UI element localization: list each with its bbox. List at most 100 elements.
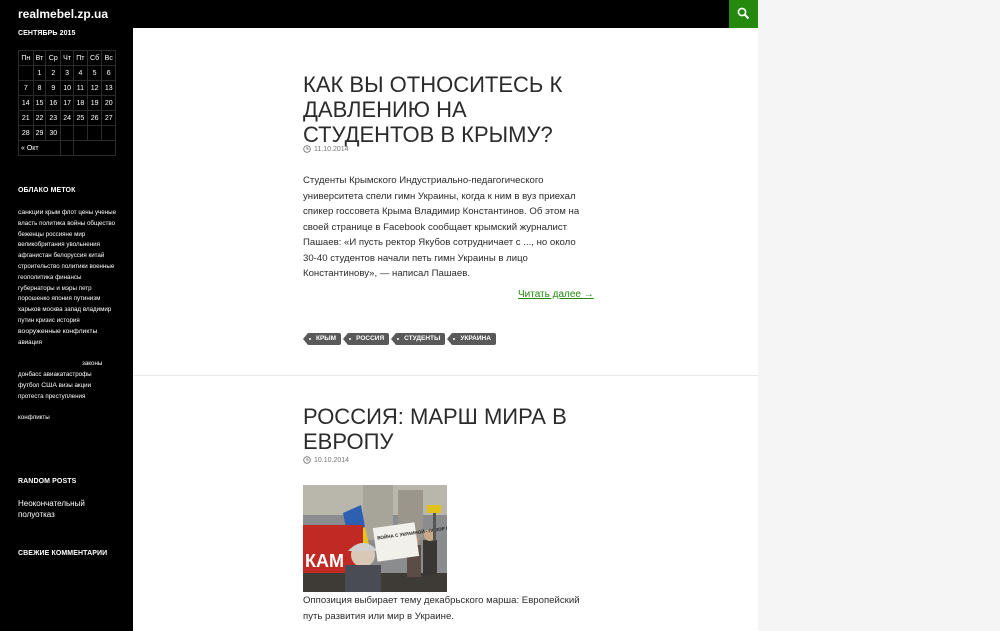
- tag-link[interactable]: конфликты: [18, 414, 50, 421]
- tag-link[interactable]: россияне: [46, 231, 73, 238]
- tag-link[interactable]: акции: [74, 382, 91, 389]
- tag-link[interactable]: япония: [52, 295, 72, 302]
- calendar-day: 10: [60, 80, 75, 96]
- post-photo[interactable]: ВОЙНА С УКРАИНОЙ - ПОЗОР РОССИИ КАМ: [303, 485, 447, 592]
- tag-link[interactable]: ученые: [95, 209, 116, 216]
- tag-link[interactable]: преступления: [45, 393, 85, 400]
- tag-link[interactable]: белоруссия: [53, 252, 86, 259]
- tag-link[interactable]: власть: [18, 220, 37, 227]
- tag-link[interactable]: история: [57, 317, 80, 324]
- calendar-day: 2: [45, 65, 62, 81]
- calendar-weekday: Сб: [86, 50, 103, 66]
- tag-link[interactable]: политика: [39, 220, 65, 227]
- tag-link[interactable]: петр: [79, 285, 92, 292]
- calendar-day: 16: [45, 95, 62, 111]
- tag-pill[interactable]: СТУДЕНТЫ: [391, 333, 446, 345]
- tag-link[interactable]: вооруженные: [18, 328, 61, 335]
- calendar-weekday: Чт: [60, 50, 75, 66]
- calendar-next-month-cell: [73, 140, 116, 156]
- calendar-day: 3: [60, 65, 75, 81]
- tag-link[interactable]: и: [56, 285, 59, 292]
- calendar-prev-month-link[interactable]: « Окт: [17, 140, 62, 156]
- tag-link[interactable]: донбасс: [18, 371, 42, 378]
- tag-link[interactable]: визы: [59, 382, 73, 389]
- tag-link[interactable]: кризис: [36, 317, 55, 324]
- calendar-weekday: Пн: [18, 50, 34, 66]
- tag-link[interactable]: геополитика: [18, 274, 53, 281]
- post-tags: КРЫМ РОССИЯ СТУДЕНТЫ УКРАИНА: [302, 333, 496, 345]
- calendar-day: 14: [18, 95, 34, 111]
- tag-link[interactable]: путин: [18, 317, 34, 324]
- tag-link[interactable]: политики: [61, 263, 87, 270]
- tag-link[interactable]: США: [41, 382, 57, 389]
- tag-link[interactable]: афганистан: [18, 252, 52, 259]
- calendar-day: 21: [18, 110, 34, 126]
- tag-link[interactable]: путинизм: [74, 295, 101, 302]
- tag-link[interactable]: флот: [62, 209, 77, 216]
- right-background: [758, 0, 1000, 631]
- tag-link[interactable]: финансы: [55, 274, 81, 281]
- post-excerpt: Студенты Крымского Индустриально-педагог…: [303, 175, 580, 279]
- tag-link[interactable]: конфликты: [63, 328, 98, 335]
- post-title-link[interactable]: КАК ВЫ ОТНОСИТЕСЬ К ДАВЛЕНИЮ НА СТУДЕНТО…: [303, 72, 603, 147]
- tag-link[interactable]: беженцы: [18, 231, 44, 238]
- tag-link[interactable]: харьков: [18, 306, 41, 313]
- calendar-weekday: Вт: [32, 50, 47, 66]
- tag-link[interactable]: цены: [78, 209, 93, 216]
- tag-link[interactable]: мэры: [62, 285, 77, 292]
- protest-photo: ВОЙНА С УКРАИНОЙ - ПОЗОР РОССИИ КАМ: [303, 485, 447, 592]
- tag-link[interactable]: владимир: [83, 306, 111, 313]
- calendar-day: 7: [18, 80, 34, 96]
- tag-link[interactable]: порошенко: [18, 295, 50, 302]
- tag-link[interactable]: войны: [67, 220, 85, 227]
- tag-link[interactable]: губернаторы: [18, 285, 55, 292]
- sidebar: СЕНТЯБРЬ 2015 Пн Вт Ср Чт Пт Сб Вс 1 2 3 4 5 6 7 8 9 10…: [0, 28, 133, 631]
- calendar-day: 11: [73, 80, 88, 96]
- tag-pill[interactable]: КРЫМ: [302, 333, 342, 345]
- post-divider: [133, 375, 758, 376]
- tag-link[interactable]: авиация: [18, 339, 42, 346]
- post-date-link[interactable]: 10.10.2014: [314, 457, 349, 464]
- tag-link[interactable]: москва: [42, 306, 62, 313]
- random-post-link[interactable]: Неокончательный полуотказ: [18, 498, 118, 520]
- calendar-day: 6: [101, 65, 116, 81]
- tag-link[interactable]: законы: [82, 360, 102, 367]
- tag-pill[interactable]: УКРАИНА: [447, 333, 496, 345]
- calendar-day: 24: [60, 110, 75, 126]
- tag-link[interactable]: строительство: [18, 263, 60, 270]
- calendar-empty-cell: [18, 65, 34, 81]
- calendar-day: 27: [101, 110, 116, 126]
- calendar-weekday: Ср: [45, 50, 62, 66]
- tag-link[interactable]: футбол: [18, 382, 39, 389]
- search-toggle-button[interactable]: [729, 0, 758, 28]
- tag-link[interactable]: увольнения: [66, 241, 100, 248]
- calendar-title: СЕНТЯБРЬ 2015: [18, 30, 76, 37]
- calendar-day: 26: [86, 110, 103, 126]
- calendar-day: 18: [73, 95, 88, 111]
- site-title-link[interactable]: realmebel.zp.ua: [18, 7, 108, 21]
- main-content: КАК ВЫ ОТНОСИТЕСЬ К ДАВЛЕНИЮ НА СТУДЕНТО…: [133, 28, 758, 631]
- tag-link[interactable]: великобритания: [18, 241, 65, 248]
- read-more-link[interactable]: Читать далее →: [518, 289, 594, 300]
- tag-pill[interactable]: РОССИЯ: [343, 333, 390, 345]
- post-meta: 10.10.2014: [303, 456, 349, 464]
- calendar-day: 25: [73, 110, 88, 126]
- calendar-day: 22: [32, 110, 47, 126]
- tag-link[interactable]: авиакатастрофы: [43, 371, 91, 378]
- tag-link[interactable]: китай: [88, 252, 104, 259]
- tag-link[interactable]: общество: [87, 220, 115, 227]
- clock-icon: [303, 145, 311, 153]
- site-header: realmebel.zp.ua: [0, 0, 758, 28]
- tag-cloud-title: ОБЛАКО МЕТОК: [18, 187, 76, 194]
- recent-comments-title: СВЕЖИЕ КОММЕНТАРИИ: [18, 550, 108, 557]
- calendar-day: 20: [101, 95, 116, 111]
- tag-link[interactable]: запад: [64, 306, 81, 313]
- calendar-day: 30: [45, 125, 62, 141]
- tag-link[interactable]: мир: [74, 231, 85, 238]
- post-date-link[interactable]: 11.10.2014: [314, 146, 349, 153]
- tag-link[interactable]: протеста: [18, 393, 44, 400]
- tag-link[interactable]: санкции: [18, 209, 43, 216]
- post-title-link[interactable]: РОССИЯ: МАРШ МИРА В ЕВРОПУ: [303, 404, 603, 454]
- tag-link[interactable]: крым: [45, 209, 60, 216]
- tag-link[interactable]: военные: [89, 263, 114, 270]
